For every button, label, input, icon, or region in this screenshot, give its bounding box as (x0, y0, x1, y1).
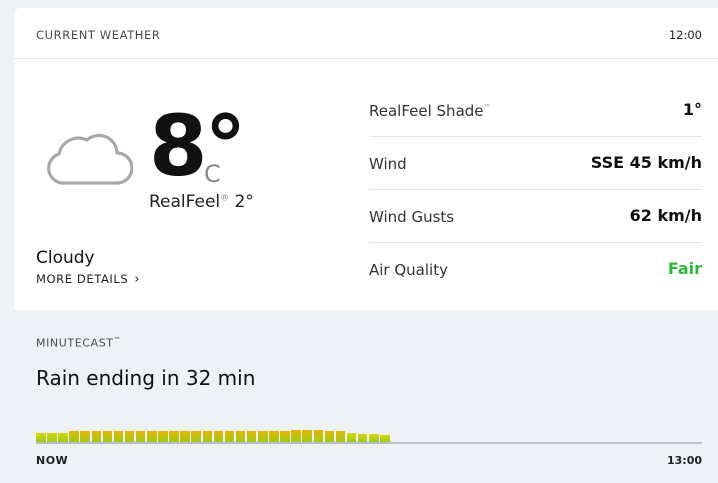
precip-bar (313, 430, 324, 442)
realfeel: RealFeel® 2° (149, 192, 254, 212)
precip-bar (158, 431, 168, 442)
current-time: 12:00 (668, 28, 702, 42)
precip-bar (36, 433, 46, 442)
precip-bar (302, 430, 312, 442)
details-list: RealFeel Shade™ 1° Wind SSE 45 km/h Wind… (369, 84, 702, 295)
precipitation-bars (36, 428, 702, 444)
precip-bar (202, 431, 213, 442)
timeline-start-label: NOW (36, 454, 69, 467)
precip-bar (213, 431, 224, 442)
detail-label: RealFeel Shade (369, 102, 484, 120)
precip-bar (91, 431, 102, 442)
precip-bar (69, 431, 79, 442)
detail-label: Air Quality (369, 261, 448, 279)
more-details-link[interactable]: MORE DETAILS › (36, 272, 140, 287)
current-weather-card: CURRENT WEATHER 12:00 8° C RealFeel® 2° … (14, 8, 718, 483)
precip-bar (369, 434, 379, 442)
precip-bar (280, 431, 290, 442)
precip-bar (235, 431, 246, 442)
detail-value: 1° (682, 100, 702, 119)
precip-bar (58, 433, 68, 442)
trademark-mark: ™ (113, 336, 122, 344)
card-header: CURRENT WEATHER 12:00 (14, 8, 718, 59)
precip-bar (335, 431, 346, 442)
precip-bar (113, 431, 124, 442)
more-details-label: MORE DETAILS (36, 272, 129, 286)
minutecast-title: MINUTECAST™ (36, 336, 122, 350)
precip-bar (380, 435, 390, 442)
detail-label: Wind (369, 155, 407, 173)
precip-bar (169, 431, 179, 442)
minutecast-section: MINUTECAST™ Rain ending in 32 min NOW 13… (14, 310, 718, 483)
trademark-mark: ® (220, 193, 230, 204)
chevron-right-icon: › (134, 272, 141, 287)
condition-text: Cloudy (36, 248, 95, 268)
precip-bar (324, 431, 335, 442)
precip-bar (124, 431, 135, 442)
card-title: CURRENT WEATHER (36, 28, 161, 42)
temperature: 8° (149, 97, 246, 195)
precip-bar (180, 431, 190, 442)
trademark-mark: ™ (483, 103, 492, 112)
realfeel-value: 2° (234, 192, 254, 212)
detail-row-wind: Wind SSE 45 km/h (369, 137, 702, 190)
precip-bar (47, 433, 57, 442)
precip-bar (246, 431, 257, 442)
detail-row-realfeel-shade: RealFeel Shade™ 1° (369, 84, 702, 137)
temperature-unit: C (204, 160, 221, 188)
precip-bar (80, 431, 90, 442)
precip-bar (224, 431, 235, 442)
air-quality-value: Fair (667, 259, 702, 278)
timeline-end-label: 13:00 (666, 454, 702, 467)
precip-bar (346, 433, 357, 442)
detail-row-wind-gusts: Wind Gusts 62 km/h (369, 190, 702, 243)
cloud-icon (47, 133, 133, 185)
precip-bar (102, 431, 113, 442)
precip-bar (269, 431, 279, 442)
detail-value: 62 km/h (629, 206, 702, 225)
minutecast-summary: Rain ending in 32 min (36, 366, 256, 390)
realfeel-label: RealFeel (149, 192, 221, 212)
precip-bar (135, 431, 146, 442)
precip-bar (147, 431, 157, 442)
precip-bar (258, 431, 268, 442)
detail-row-air-quality: Air Quality Fair (369, 243, 702, 295)
detail-value: SSE 45 km/h (590, 153, 702, 172)
precip-bar (191, 431, 201, 442)
precip-bar (357, 434, 368, 442)
precip-bar (291, 430, 301, 442)
detail-label: Wind Gusts (369, 208, 455, 226)
